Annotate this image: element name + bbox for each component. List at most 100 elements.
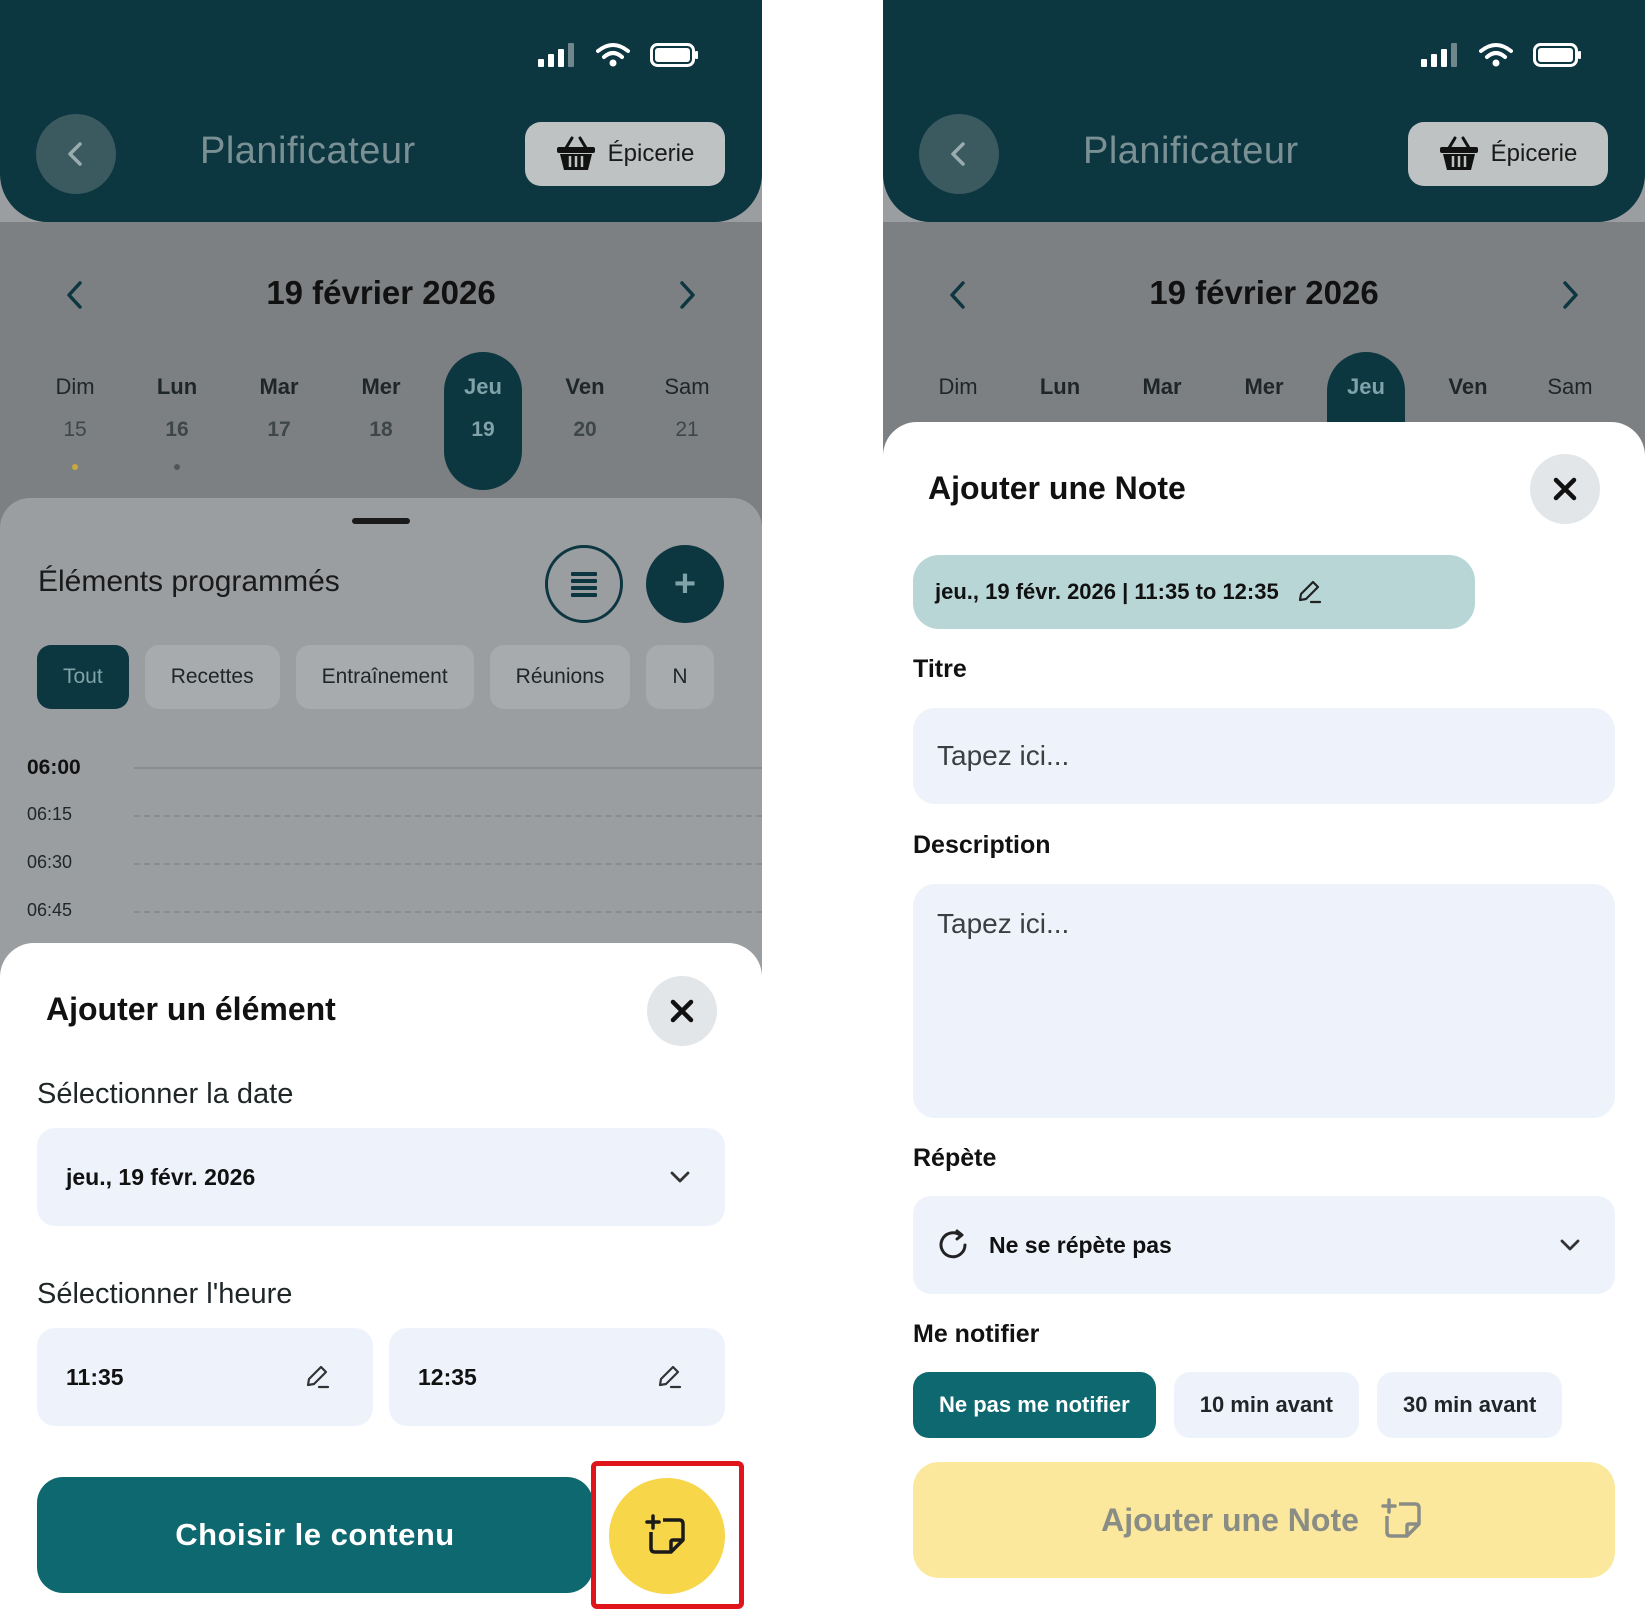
page-title: Planificateur bbox=[200, 130, 416, 172]
filter-chips: Tout Recettes Entraînement Réunions N bbox=[37, 645, 727, 709]
chevron-down-icon bbox=[1560, 1239, 1580, 1251]
day-name: Mar bbox=[259, 374, 299, 399]
date-navigator: 19 février 2026 bbox=[0, 270, 762, 320]
day-number: 18 bbox=[369, 418, 393, 441]
add-button[interactable]: + bbox=[646, 545, 724, 623]
event-dot bbox=[174, 464, 180, 470]
day-name: Mer bbox=[1244, 374, 1284, 399]
day-thu-selected[interactable]: Jeu 19 bbox=[444, 352, 522, 490]
chevron-left-icon bbox=[68, 142, 82, 166]
grocery-button[interactable]: Épicerie bbox=[1408, 122, 1608, 186]
drag-handle[interactable] bbox=[352, 518, 410, 524]
end-time-field[interactable]: 12:35 bbox=[389, 1328, 725, 1426]
filter-all[interactable]: Tout bbox=[37, 645, 129, 709]
note-description-label: Description bbox=[913, 831, 1051, 859]
notify-options: Ne pas me notifier 10 min avant 30 min a… bbox=[913, 1372, 1615, 1438]
list-view-button[interactable] bbox=[545, 545, 623, 623]
back-button[interactable] bbox=[919, 114, 999, 194]
next-date-button[interactable] bbox=[1555, 278, 1585, 317]
wifi-icon bbox=[1479, 43, 1513, 67]
day-mon[interactable]: Lun 16 bbox=[138, 352, 216, 490]
note-description-placeholder: Tapez ici... bbox=[937, 908, 1070, 939]
date-select[interactable]: jeu., 19 févr. 2026 bbox=[37, 1128, 725, 1226]
refresh-icon bbox=[939, 1229, 967, 1259]
repeat-label: Répète bbox=[913, 1144, 997, 1172]
close-button[interactable] bbox=[1530, 454, 1600, 524]
date-label: Sélectionner la date bbox=[37, 1078, 294, 1110]
notify-label: Me notifier bbox=[913, 1320, 1040, 1348]
day-wed[interactable]: Mer 18 bbox=[342, 352, 420, 490]
day-number: 19 bbox=[471, 418, 495, 441]
repeat-select[interactable]: Ne se répète pas bbox=[913, 1196, 1615, 1294]
chevron-left-icon bbox=[951, 142, 965, 166]
add-note-icon bbox=[1381, 1498, 1421, 1538]
close-button[interactable] bbox=[647, 976, 717, 1046]
day-name: Jeu bbox=[464, 374, 502, 399]
pencil-icon bbox=[306, 1365, 330, 1389]
day-tue[interactable]: Mar 17 bbox=[240, 352, 318, 490]
current-date: 19 février 2026 bbox=[266, 274, 496, 311]
note-title-input[interactable]: Tapez ici... bbox=[913, 708, 1615, 804]
battery-icon bbox=[650, 43, 698, 67]
timeline-line bbox=[134, 863, 762, 865]
scheduled-title: Éléments programmés bbox=[38, 565, 340, 598]
time-label: 06:30 bbox=[27, 852, 73, 872]
chevron-down-icon bbox=[670, 1171, 690, 1183]
filter-recipes[interactable]: Recettes bbox=[144, 645, 280, 709]
choose-content-button[interactable]: Choisir le contenu bbox=[37, 1477, 593, 1593]
list-icon bbox=[571, 572, 597, 597]
close-icon bbox=[670, 999, 694, 1023]
app-header bbox=[883, 0, 1645, 222]
start-time-value: 11:35 bbox=[66, 1363, 124, 1390]
phone-screen-right: Planificateur Épicerie 19 février 2026 D… bbox=[883, 0, 1645, 1614]
grocery-label: Épicerie bbox=[607, 140, 695, 167]
next-date-button[interactable] bbox=[672, 278, 702, 317]
filter-workout[interactable]: Entraînement bbox=[295, 645, 474, 709]
day-name: Jeu bbox=[1347, 374, 1385, 399]
day-sun[interactable]: Dim 15 bbox=[36, 352, 114, 490]
add-item-title: Ajouter un élément bbox=[46, 991, 336, 1027]
day-fri[interactable]: Ven 20 bbox=[546, 352, 624, 490]
timeline-line bbox=[134, 767, 762, 769]
submit-note-button[interactable]: Ajouter une Note bbox=[913, 1462, 1615, 1578]
day-number: 15 bbox=[63, 418, 87, 441]
current-date: 19 février 2026 bbox=[1149, 274, 1379, 311]
chevron-right-icon bbox=[680, 281, 695, 309]
start-time-field[interactable]: 11:35 bbox=[37, 1328, 373, 1426]
notify-10min-option[interactable]: 10 min avant bbox=[1173, 1372, 1359, 1438]
phone-screen-left: Planificateur Épicerie 19 février 2026 D… bbox=[0, 0, 762, 1614]
day-name: Lun bbox=[1039, 374, 1081, 399]
note-date-chip[interactable]: jeu., 19 févr. 2026 | 11:35 to 12:35 bbox=[913, 555, 1475, 629]
day-name: Ven bbox=[565, 374, 605, 399]
pencil-icon bbox=[658, 1365, 682, 1389]
date-navigator: 19 février 2026 bbox=[883, 270, 1645, 320]
filter-notes[interactable]: N bbox=[646, 645, 714, 709]
back-button[interactable] bbox=[36, 114, 116, 194]
chevron-right-icon bbox=[1563, 281, 1578, 309]
day-number: 16 bbox=[165, 418, 189, 441]
repeat-value: Ne se répète pas bbox=[989, 1231, 1172, 1258]
time-label: 06:00 bbox=[27, 756, 81, 779]
notify-30min-option[interactable]: 30 min avant bbox=[1377, 1372, 1563, 1438]
filter-meetings[interactable]: Réunions bbox=[489, 645, 631, 709]
basket-icon bbox=[1439, 136, 1478, 170]
day-name: Mer bbox=[361, 374, 401, 399]
day-name: Dim bbox=[55, 374, 95, 399]
plus-icon: + bbox=[673, 562, 697, 605]
note-description-input[interactable]: Tapez ici... bbox=[913, 884, 1615, 1118]
status-bar-icons bbox=[1421, 42, 1583, 68]
submit-note-label: Ajouter une Note bbox=[1101, 1501, 1359, 1538]
grocery-button[interactable]: Épicerie bbox=[525, 122, 725, 186]
time-label: 06:15 bbox=[27, 804, 73, 824]
day-sat[interactable]: Sam 21 bbox=[648, 352, 726, 490]
note-title-label: Titre bbox=[913, 655, 967, 683]
timeline-line bbox=[134, 911, 762, 913]
grocery-label: Épicerie bbox=[1490, 140, 1578, 167]
note-title-placeholder: Tapez ici... bbox=[937, 740, 1070, 771]
date-select-value: jeu., 19 févr. 2026 bbox=[66, 1163, 256, 1190]
page-title: Planificateur bbox=[1083, 130, 1299, 172]
notify-none-option[interactable]: Ne pas me notifier bbox=[913, 1372, 1156, 1438]
highlight-box bbox=[591, 1461, 744, 1609]
day-name: Sam bbox=[1547, 374, 1593, 399]
time-label-title: Sélectionner l'heure bbox=[37, 1278, 293, 1310]
